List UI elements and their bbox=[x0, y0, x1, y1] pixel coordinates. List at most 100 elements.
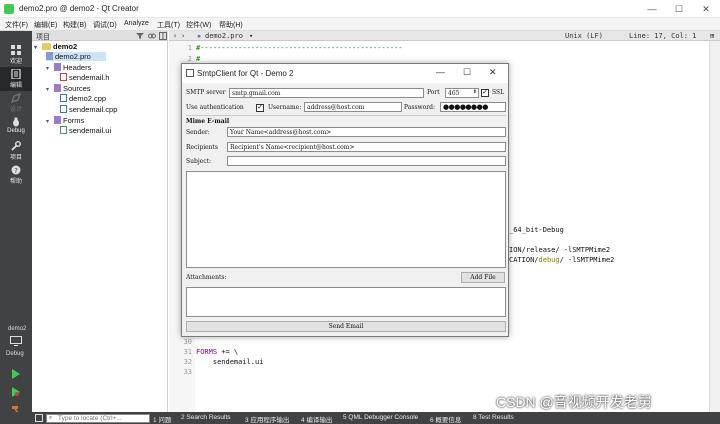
menu-build[interactable]: 构建(B) bbox=[63, 20, 86, 30]
editor-tab-label[interactable]: demo2.pro bbox=[205, 32, 243, 40]
expand-arrow-icon[interactable]: ▾ bbox=[46, 65, 54, 72]
spin-arrows-icon[interactable]: ⬍ bbox=[473, 89, 477, 95]
dialog-maximize-button[interactable]: ☐ bbox=[463, 67, 471, 78]
recipients-input[interactable]: Recipient's Name<recipient@host.com> bbox=[227, 142, 506, 152]
code-fragment-part: / -lSMTPMime2 bbox=[559, 256, 615, 264]
pane-issues[interactable]: 1 问题 bbox=[153, 414, 171, 424]
split-editor-icon[interactable]: ⊞ bbox=[710, 32, 714, 40]
run-icon[interactable] bbox=[11, 369, 21, 379]
ssl-label: SSL bbox=[492, 89, 505, 96]
code-fragment-kit: _64_bit-Debug bbox=[509, 226, 564, 234]
pane-search-results[interactable]: 2 Search Results bbox=[181, 414, 231, 421]
menu-help[interactable]: 帮助(H) bbox=[219, 20, 243, 30]
mode-edit-label: 编辑 bbox=[9, 83, 22, 89]
tree-folder-forms[interactable]: ▾ Forms bbox=[46, 116, 84, 125]
dialog-app-icon bbox=[186, 69, 194, 77]
pane-general-messages[interactable]: 6 概要信息 bbox=[430, 414, 461, 424]
mode-design-label: 设计 bbox=[9, 107, 22, 113]
code-line-2: # bbox=[196, 55, 201, 63]
svg-text:?: ? bbox=[14, 167, 18, 175]
pane-qml-console[interactable]: 5 QML Debugger Console bbox=[343, 414, 418, 421]
close-button[interactable]: ✕ bbox=[699, 3, 713, 15]
tree-item-demo2-cpp[interactable]: demo2.cpp bbox=[60, 94, 106, 103]
pane-app-output[interactable]: 3 应用程序输出 bbox=[245, 414, 289, 424]
cpp-file-icon bbox=[60, 94, 67, 102]
maximize-button[interactable]: ☐ bbox=[672, 3, 686, 15]
attachments-list[interactable] bbox=[186, 287, 506, 317]
cursor-position[interactable]: Line: 17, Col: 1 bbox=[629, 32, 696, 40]
mode-projects[interactable]: 项目 bbox=[0, 139, 32, 163]
tree-item-sendemail-ui[interactable]: sendemail.ui bbox=[60, 126, 111, 135]
smtp-dialog: SmtpClient for Qt - Demo 2 — ☐ ✕ SMTP se… bbox=[181, 63, 509, 337]
pane-test-results[interactable]: 8 Test Results bbox=[473, 414, 514, 421]
smtp-server-label: SMTP server bbox=[186, 89, 226, 96]
locator-placeholder: Type to locate (Ctrl+... bbox=[58, 415, 122, 422]
mode-edit[interactable]: 编辑 bbox=[0, 67, 32, 91]
subject-input[interactable] bbox=[227, 156, 506, 166]
mode-sidebar: 欢迎 编辑 设计 Debug 项目 ? 帮助 demo2 Debug bbox=[0, 31, 32, 424]
search-icon: ⌕ bbox=[49, 415, 53, 421]
nav-forward-icon[interactable]: › bbox=[181, 32, 185, 40]
menu-tools[interactable]: 工具(T) bbox=[157, 20, 180, 30]
pane-compile-output[interactable]: 4 编译输出 bbox=[301, 414, 332, 424]
minimize-button[interactable]: — bbox=[645, 3, 659, 15]
dialog-minimize-button[interactable]: — bbox=[436, 67, 445, 77]
nav-back-icon[interactable]: ‹ bbox=[173, 32, 177, 40]
tree-folder-sources[interactable]: ▾ Sources bbox=[46, 84, 91, 93]
line-ending-selector[interactable]: Unix (LF) bbox=[565, 32, 603, 40]
password-input[interactable]: ●●●●●●●● bbox=[440, 102, 506, 112]
add-file-button[interactable]: Add File bbox=[461, 272, 505, 283]
mode-design[interactable]: 设计 bbox=[0, 91, 32, 115]
sender-label: Sender: bbox=[186, 129, 210, 136]
message-body-textarea[interactable] bbox=[186, 171, 506, 268]
mode-debug[interactable]: Debug bbox=[0, 115, 32, 139]
code-line-1: #---------------------------------------… bbox=[196, 44, 403, 52]
expand-arrow-icon[interactable]: ▾ bbox=[34, 44, 42, 51]
tree-root-demo2[interactable]: ▾ demo2 bbox=[34, 42, 77, 51]
tree-item-demo2-pro[interactable]: demo2.pro bbox=[46, 52, 106, 61]
mode-help[interactable]: ? 帮助 bbox=[0, 163, 32, 187]
expand-arrow-icon[interactable]: ▾ bbox=[46, 118, 54, 125]
code-fragment-part: CATION/ bbox=[509, 256, 539, 264]
sender-input[interactable]: Your Name<address@host.com> bbox=[227, 127, 506, 137]
ssl-checkbox[interactable]: ✓ bbox=[481, 89, 489, 97]
username-label: Username: bbox=[268, 104, 302, 111]
line-number: 33 bbox=[183, 368, 192, 376]
tree-folder-label: Headers bbox=[63, 63, 92, 72]
dialog-close-button[interactable]: ✕ bbox=[489, 67, 497, 78]
menu-edit[interactable]: 编辑(E) bbox=[34, 20, 57, 30]
split-icon[interactable] bbox=[159, 32, 167, 40]
debug-run-icon[interactable] bbox=[11, 387, 21, 397]
expand-arrow-icon[interactable]: ▾ bbox=[46, 86, 54, 93]
port-label: Port bbox=[427, 89, 440, 96]
tab-dropdown-icon[interactable]: ▾ bbox=[249, 32, 253, 40]
locator-input[interactable]: ⌕ Type to locate (Ctrl+... bbox=[46, 414, 150, 423]
dialog-title: SmtpClient for Qt - Demo 2 bbox=[197, 69, 294, 78]
menu-debug[interactable]: 调试(D) bbox=[93, 20, 117, 30]
tree-folder-headers[interactable]: ▾ Headers bbox=[46, 63, 91, 72]
tree-item-sendemail-cpp[interactable]: sendemail.cpp bbox=[60, 105, 117, 114]
filter-icon[interactable] bbox=[136, 32, 144, 40]
sidebar-toggle-icon[interactable] bbox=[35, 414, 43, 422]
tree-item-label: demo2.pro bbox=[55, 52, 91, 61]
use-auth-label: Use authentication bbox=[186, 104, 244, 111]
smtp-server-input[interactable]: smtp.gmail.com bbox=[229, 88, 424, 98]
send-email-button[interactable]: Send Email bbox=[186, 321, 506, 332]
menu-widgets[interactable]: 控件(W) bbox=[186, 20, 211, 30]
tree-item-sendemail-h[interactable]: sendemail.h bbox=[60, 73, 109, 82]
menu-analyze[interactable]: Analyze bbox=[124, 20, 149, 27]
project-folder-icon bbox=[42, 43, 51, 50]
port-value: 465 bbox=[448, 90, 460, 97]
port-spinbox[interactable]: 465 ⬍ bbox=[445, 88, 479, 98]
mode-welcome[interactable]: 欢迎 bbox=[0, 43, 32, 67]
menu-file[interactable]: 文件(F) bbox=[5, 20, 28, 30]
use-auth-checkbox[interactable]: ✓ bbox=[256, 104, 264, 112]
editor-scrollbar[interactable] bbox=[709, 41, 720, 412]
design-icon bbox=[11, 93, 21, 103]
pro-file-icon: ▪ bbox=[197, 32, 202, 40]
monitor-icon[interactable] bbox=[10, 336, 22, 346]
headers-folder-icon bbox=[54, 63, 61, 71]
ui-file-icon bbox=[60, 126, 67, 134]
username-input[interactable]: address@host.com bbox=[304, 102, 402, 112]
link-icon[interactable] bbox=[148, 32, 156, 40]
